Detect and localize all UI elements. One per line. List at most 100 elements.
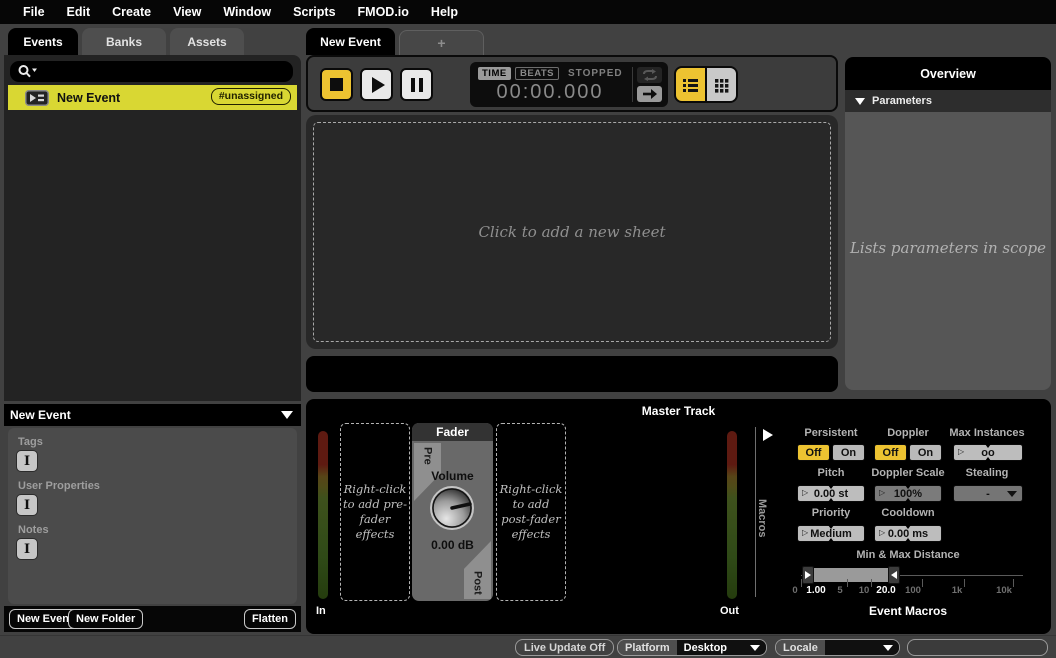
fader-title: Fader	[412, 423, 493, 441]
view-mode-toggle	[674, 66, 738, 103]
menu-bar: File Edit Create View Window Scripts FMO…	[0, 0, 1056, 24]
time-display: TIME BEATS STOPPED 00:00.000	[470, 62, 668, 107]
ibeam-icon: I	[24, 542, 30, 557]
locale-selector[interactable]: Locale	[775, 639, 900, 656]
lanes-view-button[interactable]	[707, 68, 736, 101]
spinner-arrow-icon: ▷	[958, 447, 964, 456]
menu-fmod-io[interactable]: FMOD.io	[347, 0, 420, 24]
loop-playback-button[interactable]	[637, 67, 662, 83]
new-folder-button[interactable]: New Folder	[68, 609, 143, 629]
divider	[632, 67, 633, 102]
tracks-view-button[interactable]	[676, 68, 707, 101]
persistent-on-button[interactable]: On	[832, 444, 865, 461]
user-properties-label: User Properties	[18, 480, 100, 492]
cooldown-label: Cooldown	[881, 507, 934, 519]
editor-tab-new-event[interactable]: New Event	[306, 28, 395, 55]
menu-create[interactable]: Create	[101, 0, 162, 24]
tab-assets[interactable]: Assets	[170, 28, 244, 55]
distance-slider-range[interactable]	[813, 568, 889, 582]
platform-value[interactable]: Desktop	[677, 640, 766, 655]
max-instances-label: Max Instances	[949, 427, 1024, 439]
doppler-toggle: Off On	[874, 444, 942, 461]
add-sheet-dropzone[interactable]: Click to add a new sheet	[313, 122, 831, 342]
pre-fader-effects-slot[interactable]: Right-click to add pre-fader effects	[340, 423, 410, 601]
collapse-caret-icon[interactable]	[281, 411, 293, 419]
arrow-right-icon	[641, 88, 659, 100]
persistent-off-button[interactable]: Off	[797, 444, 830, 461]
tick-mark	[871, 579, 872, 587]
menu-scripts[interactable]: Scripts	[282, 0, 346, 24]
volume-knob[interactable]	[429, 485, 475, 531]
priority-label: Priority	[812, 507, 851, 519]
tags-edit-button[interactable]: I	[16, 450, 38, 472]
spinner-arrow-icon: ▷	[879, 488, 885, 497]
volume-label: Volume	[412, 469, 493, 483]
menu-window[interactable]: Window	[212, 0, 282, 24]
scale-tick-1k: 1k	[952, 585, 963, 596]
master-track-panel: Master Track In Right-click to add pre-f…	[306, 399, 1051, 634]
distance-max-handle[interactable]	[888, 566, 900, 584]
scale-tick-100: 100	[905, 585, 921, 596]
persistent-label: Persistent	[804, 427, 857, 439]
follow-playback-button[interactable]	[637, 86, 662, 102]
notes-edit-button[interactable]: I	[16, 538, 38, 560]
live-update-button[interactable]: Live Update Off	[515, 639, 614, 656]
tick-mark	[922, 579, 923, 587]
play-button[interactable]	[360, 68, 393, 101]
out-label: Out	[720, 605, 739, 617]
tab-banks[interactable]: Banks	[82, 28, 166, 55]
max-instances-spinner[interactable]: ▷ oo	[953, 444, 1023, 461]
pause-button[interactable]	[400, 68, 433, 101]
search-box[interactable]	[10, 61, 293, 82]
sheet-tab-strip	[306, 356, 838, 392]
platform-selector[interactable]: Platform Desktop	[617, 639, 767, 656]
menu-edit[interactable]: Edit	[56, 0, 102, 24]
pitch-spinner[interactable]: ▷ 0.00 st	[797, 485, 865, 502]
post-fader-effects-slot[interactable]: Right-click to add post-fader effects	[496, 423, 566, 601]
search-icon	[17, 64, 39, 79]
scale-tick-0: 0	[792, 585, 797, 596]
triangle-right-icon	[805, 571, 811, 579]
macros-expand-icon[interactable]	[763, 429, 773, 441]
doppler-on-button[interactable]: On	[909, 444, 942, 461]
spinner-arrow-icon: ▷	[879, 528, 885, 537]
stealing-dropdown[interactable]: -	[953, 485, 1023, 502]
event-properties-panel: Tags I User Properties I Notes I	[8, 428, 297, 604]
parameters-section-header[interactable]: Parameters	[845, 90, 1051, 112]
distance-min-handle[interactable]	[802, 566, 814, 584]
sheet-area: Click to add a new sheet	[306, 115, 838, 349]
priority-spinner[interactable]: ▷ Medium	[797, 525, 865, 542]
event-icon	[25, 90, 49, 106]
doppler-off-button[interactable]: Off	[874, 444, 907, 461]
stop-button[interactable]	[320, 68, 353, 101]
triangle-left-icon	[891, 571, 897, 579]
time-mode-toggle[interactable]: TIME	[478, 67, 511, 80]
flatten-button[interactable]: Flatten	[244, 609, 296, 629]
scale-tick-10: 10	[859, 585, 870, 596]
beats-mode-toggle[interactable]: BEATS	[515, 67, 559, 80]
loop-icon	[641, 69, 659, 81]
status-message-box	[907, 639, 1048, 656]
stop-icon	[330, 78, 343, 91]
pitch-label: Pitch	[818, 467, 845, 479]
menu-file[interactable]: File	[12, 0, 56, 24]
stealing-label: Stealing	[966, 467, 1009, 479]
locale-value[interactable]	[825, 640, 899, 655]
event-list-item[interactable]: New Event #unassigned	[8, 85, 297, 110]
doppler-scale-spinner[interactable]: ▷ 100%	[874, 485, 942, 502]
persistent-toggle: Off On	[797, 444, 865, 461]
menu-help[interactable]: Help	[420, 0, 469, 24]
menu-view[interactable]: View	[162, 0, 212, 24]
search-input[interactable]	[39, 62, 293, 82]
event-properties-header[interactable]: New Event	[4, 404, 301, 426]
cooldown-spinner[interactable]: ▷ 0.00 ms	[874, 525, 942, 542]
add-tab-button[interactable]: +	[399, 30, 484, 55]
tick-mark	[1013, 579, 1014, 587]
status-bar: Live Update Off Platform Desktop Locale	[0, 635, 1056, 658]
dropdown-caret-icon	[1007, 491, 1017, 497]
tab-events[interactable]: Events	[8, 28, 78, 55]
events-browser: New Event #unassigned	[4, 55, 301, 401]
volume-value: 0.00 dB	[412, 538, 493, 552]
user-properties-edit-button[interactable]: I	[16, 494, 38, 516]
grid-view-icon	[714, 77, 730, 93]
